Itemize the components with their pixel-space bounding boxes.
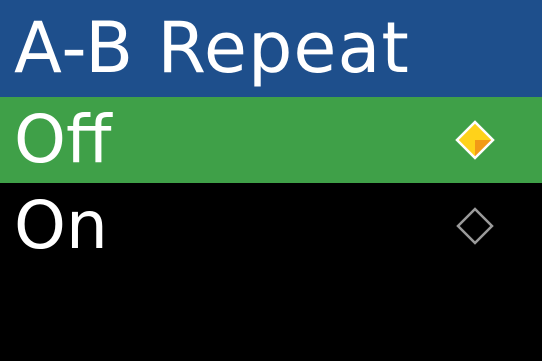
outline-diamond-icon bbox=[455, 206, 495, 246]
option-off[interactable]: Off bbox=[0, 97, 542, 183]
filled-diamond-icon bbox=[455, 120, 495, 160]
title-bar: A-B Repeat bbox=[0, 0, 542, 97]
option-on[interactable]: On bbox=[0, 183, 542, 269]
ab-repeat-menu-screen: A-B Repeat Off On bbox=[0, 0, 542, 361]
option-off-label: Off bbox=[14, 101, 112, 178]
option-on-label: On bbox=[14, 187, 108, 264]
menu-title: A-B Repeat bbox=[14, 7, 410, 89]
